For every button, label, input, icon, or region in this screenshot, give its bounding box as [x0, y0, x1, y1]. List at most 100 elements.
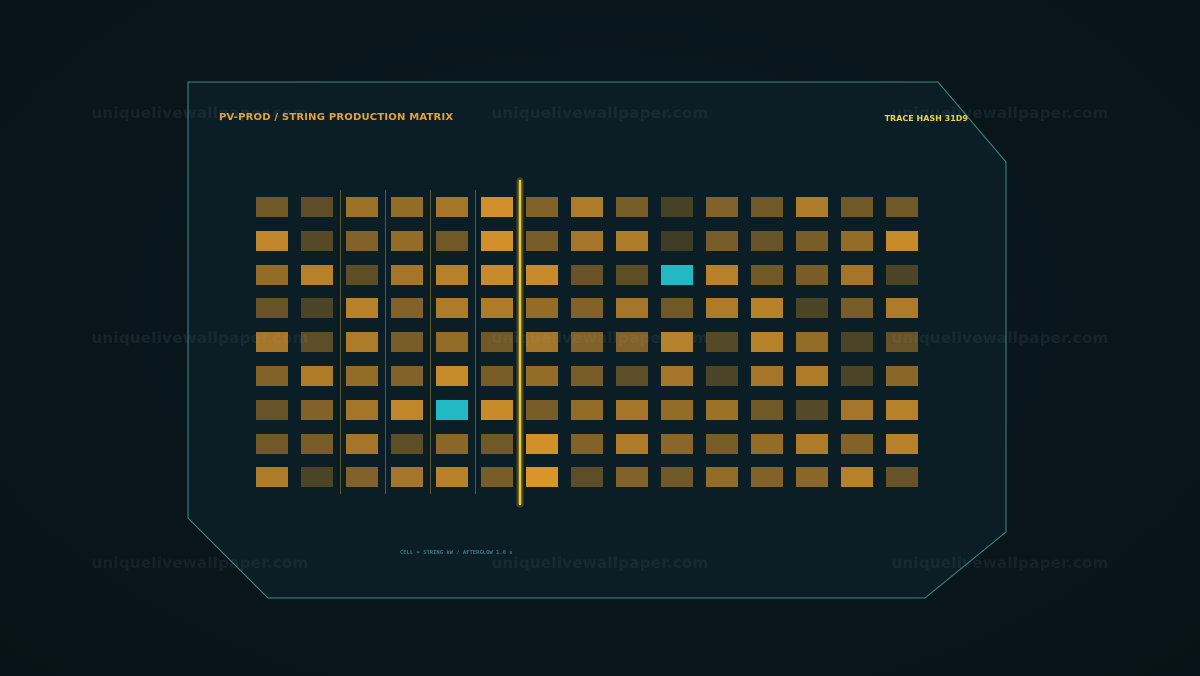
matrix-cell: [751, 366, 783, 386]
matrix-cell: [481, 467, 513, 487]
wallpaper-stage: PV-PROD / STRING PRODUCTION MATRIX TRACE…: [0, 0, 1200, 676]
matrix-cell: [616, 400, 648, 420]
matrix-cell: [571, 366, 603, 386]
matrix-cell: [661, 434, 693, 454]
matrix-cell: [841, 366, 873, 386]
matrix-cell: [346, 366, 378, 386]
matrix-cell: [526, 197, 558, 217]
matrix-cell: [841, 332, 873, 352]
matrix-cell: [796, 467, 828, 487]
matrix-cell: [571, 332, 603, 352]
matrix-cell: [661, 197, 693, 217]
matrix-cell: [346, 197, 378, 217]
matrix-cell: [391, 298, 423, 318]
matrix-cell: [886, 197, 918, 217]
matrix-cell: [256, 197, 288, 217]
matrix-cell: [256, 467, 288, 487]
matrix-cell: [661, 366, 693, 386]
matrix-cell: [481, 332, 513, 352]
matrix-cell: [616, 265, 648, 285]
hud-panel: [187, 81, 1007, 599]
matrix-cell: [301, 467, 333, 487]
matrix-cell: [571, 265, 603, 285]
matrix-cell: [481, 231, 513, 251]
matrix-cell: [751, 332, 783, 352]
matrix-cell: [841, 231, 873, 251]
matrix-cell: [346, 298, 378, 318]
matrix-cell: [706, 298, 738, 318]
trace-hash-label: TRACE HASH 31D9: [884, 114, 968, 123]
matrix-cell: [571, 434, 603, 454]
matrix-cell: [526, 434, 558, 454]
matrix-cell: [526, 231, 558, 251]
matrix-cell: [796, 265, 828, 285]
matrix-cell: [796, 298, 828, 318]
matrix-cell: [391, 197, 423, 217]
matrix-cell: [616, 366, 648, 386]
matrix-cell: [886, 400, 918, 420]
matrix-cell: [346, 400, 378, 420]
matrix-cell: [346, 467, 378, 487]
matrix-cell: [571, 298, 603, 318]
legend-note: CELL = STRING kW / AFTERGLOW 1.0 s: [400, 550, 513, 556]
matrix-cell: [616, 332, 648, 352]
matrix-cell: [301, 434, 333, 454]
matrix-cell: [481, 400, 513, 420]
matrix-cell: [526, 332, 558, 352]
matrix-cell: [706, 467, 738, 487]
matrix-cell: [751, 197, 783, 217]
matrix-cell: [841, 265, 873, 285]
matrix-cell: [391, 265, 423, 285]
matrix-cell: [706, 197, 738, 217]
matrix-cell: [796, 366, 828, 386]
matrix-cell: [391, 366, 423, 386]
matrix-cell: [886, 434, 918, 454]
matrix-cell: [346, 434, 378, 454]
matrix-cell: [886, 366, 918, 386]
matrix-cell: [751, 298, 783, 318]
matrix-cell: [301, 265, 333, 285]
matrix-cell: [886, 298, 918, 318]
matrix-cell: [706, 265, 738, 285]
matrix-cell: [661, 231, 693, 251]
matrix-cell: [436, 467, 468, 487]
matrix-cell: [751, 434, 783, 454]
matrix-cell: [616, 231, 648, 251]
matrix-cell: [751, 265, 783, 285]
matrix-cell: [841, 467, 873, 487]
matrix-cell: [256, 231, 288, 251]
matrix-cell: [436, 332, 468, 352]
matrix-cell: [346, 265, 378, 285]
matrix-cell: [436, 434, 468, 454]
matrix-cell: [301, 197, 333, 217]
matrix-cell: [391, 231, 423, 251]
matrix-cell: [481, 366, 513, 386]
matrix-cell: [391, 467, 423, 487]
matrix-cell: [391, 332, 423, 352]
matrix-cell: [436, 231, 468, 251]
matrix-cell: [436, 197, 468, 217]
matrix-cell: [616, 298, 648, 318]
matrix-cell: [526, 366, 558, 386]
matrix-cell: [346, 231, 378, 251]
matrix-cell: [886, 332, 918, 352]
matrix-cell: [526, 400, 558, 420]
matrix-cell: [661, 332, 693, 352]
matrix-cell: [571, 197, 603, 217]
matrix-cell: [391, 400, 423, 420]
matrix-cell: [661, 467, 693, 487]
matrix-cell: [616, 197, 648, 217]
matrix-cell: [886, 231, 918, 251]
matrix-cell: [616, 434, 648, 454]
matrix-cell: [526, 298, 558, 318]
matrix-cell: [571, 231, 603, 251]
matrix-cell: [436, 265, 468, 285]
matrix-cell: [256, 298, 288, 318]
page-title: PV-PROD / STRING PRODUCTION MATRIX: [219, 112, 454, 123]
matrix-cell: [796, 197, 828, 217]
matrix-cell: [526, 265, 558, 285]
matrix-cell: [436, 366, 468, 386]
matrix-cell: [886, 265, 918, 285]
matrix-cell: [706, 332, 738, 352]
matrix-cell: [841, 400, 873, 420]
